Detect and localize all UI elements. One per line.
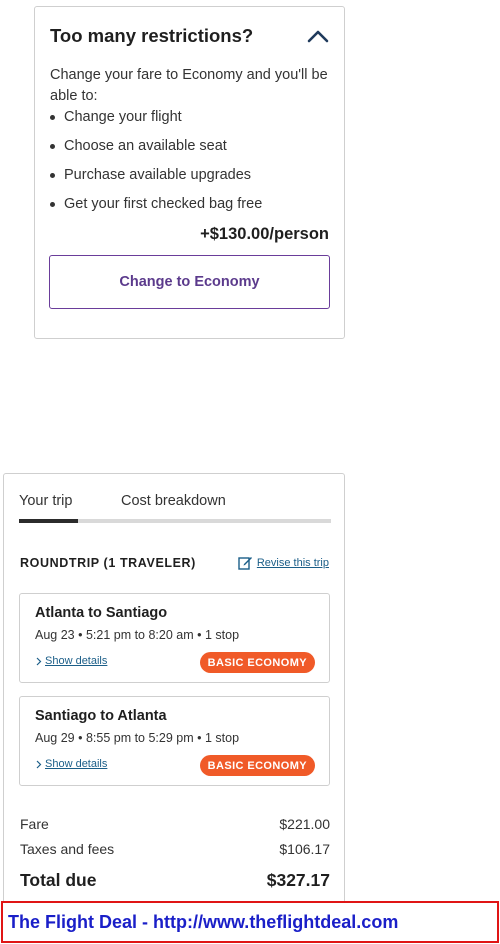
trip-summary-card: Your trip Cost breakdown ROUNDTRIP (1 TR…	[3, 473, 345, 913]
restrictions-title: Too many restrictions?	[50, 25, 254, 46]
banner-text: The Flight Deal - http://www.theflightde…	[8, 912, 399, 932]
bullet-icon	[50, 144, 55, 149]
taxes-value: $106.17	[279, 841, 330, 857]
upgrade-price: +$130.00/person	[200, 225, 329, 243]
benefit-text: Get your first checked bag free	[64, 196, 263, 212]
list-item: Choose an available seat	[50, 136, 340, 165]
fare-label: Fare	[20, 816, 49, 832]
show-details-link[interactable]: Show details	[35, 758, 107, 770]
benefit-text: Change your flight	[64, 109, 182, 125]
list-item: Change your flight	[50, 107, 340, 136]
tab-active-indicator	[19, 519, 78, 523]
show-details-label: Show details	[45, 655, 108, 667]
trip-heading: ROUNDTRIP (1 TRAVELER)	[20, 556, 196, 570]
bullet-icon	[50, 173, 55, 178]
bullet-icon	[50, 115, 55, 120]
restrictions-card: Too many restrictions? Change your fare …	[34, 6, 345, 339]
watermark-banner: The Flight Deal - http://www.theflightde…	[1, 901, 499, 943]
change-to-economy-button[interactable]: Change to Economy	[49, 255, 330, 309]
benefits-list: Change your flight Choose an available s…	[50, 107, 340, 223]
flight-times: Aug 29 • 8:55 pm to 5:29 pm • 1 stop	[35, 731, 240, 745]
total-value: $327.17	[266, 870, 330, 890]
flight-route: Atlanta to Santiago	[35, 605, 168, 621]
list-item: Purchase available upgrades	[50, 165, 340, 194]
revise-trip-link[interactable]: Revise this trip	[238, 555, 329, 570]
chevron-right-icon	[36, 760, 42, 768]
fare-class-badge: BASIC ECONOMY	[199, 652, 315, 673]
taxes-label: Taxes and fees	[20, 841, 115, 857]
benefit-text: Purchase available upgrades	[64, 167, 252, 183]
revise-trip-label: Revise this trip	[256, 556, 329, 569]
show-details-link[interactable]: Show details	[35, 655, 107, 667]
chevron-up-icon[interactable]	[307, 29, 329, 43]
tab-your-trip[interactable]: Your trip	[19, 493, 72, 509]
flight-times: Aug 23 • 5:21 pm to 8:20 am • 1 stop	[35, 628, 240, 642]
restrictions-intro: Change your fare to Economy and you'll b…	[50, 67, 328, 104]
flight-card: Atlanta to Santiago Aug 23 • 5:21 pm to …	[19, 593, 330, 683]
flight-route: Santiago to Atlanta	[35, 708, 167, 724]
fare-class-badge: BASIC ECONOMY	[199, 755, 315, 776]
fare-value: $221.00	[279, 816, 330, 832]
total-label: Total due	[20, 870, 97, 890]
bullet-icon	[50, 202, 55, 207]
edit-icon	[238, 557, 252, 570]
tab-cost-breakdown[interactable]: Cost breakdown	[121, 493, 226, 509]
list-item: Get your first checked bag free	[50, 194, 340, 223]
benefit-text: Choose an available seat	[64, 138, 227, 154]
chevron-right-icon	[36, 657, 42, 665]
flight-card: Santiago to Atlanta Aug 29 • 8:55 pm to …	[19, 696, 330, 786]
show-details-label: Show details	[45, 758, 108, 770]
